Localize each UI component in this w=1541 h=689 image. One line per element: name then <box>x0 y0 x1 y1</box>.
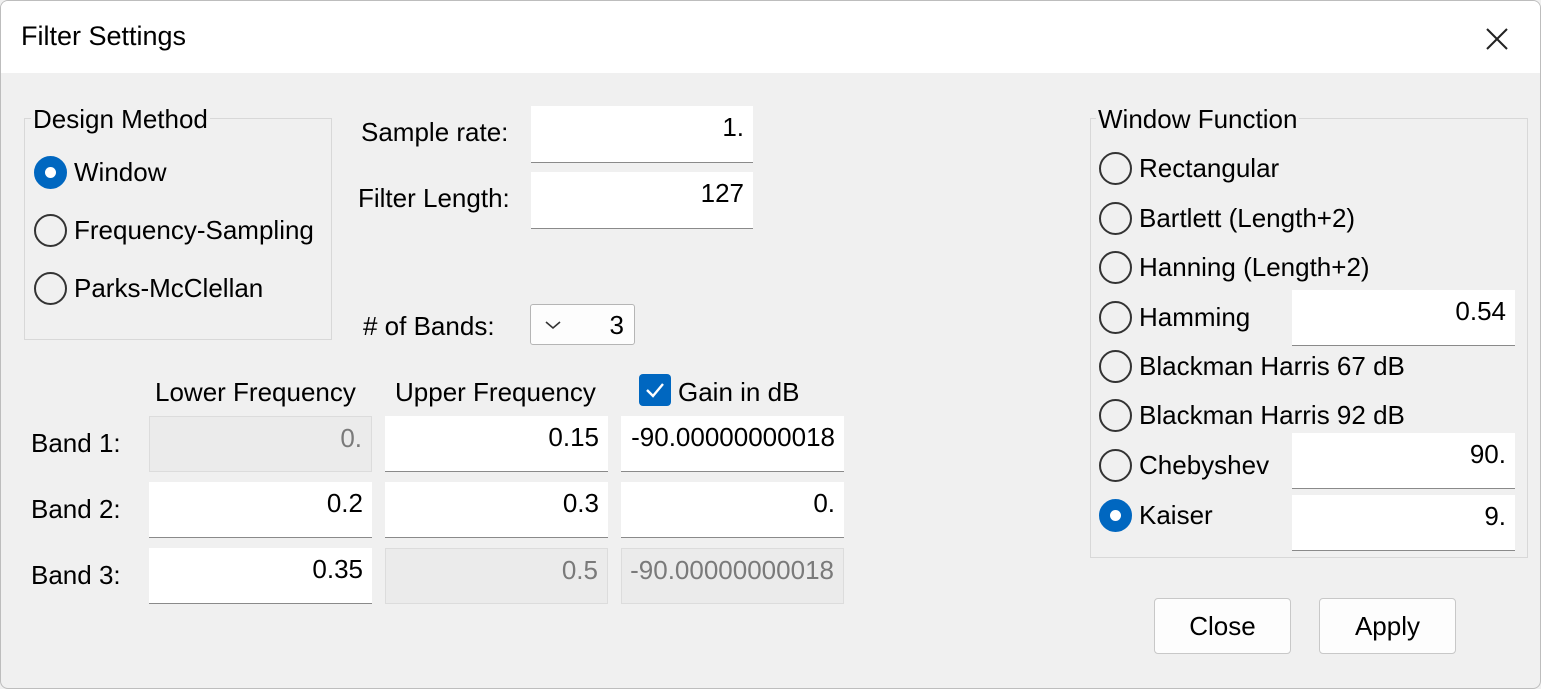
bands-count-dropdown[interactable]: 3 <box>530 304 635 345</box>
radio-button-icon[interactable] <box>34 271 67 305</box>
band-3-gain-field: -90.00000000018 <box>621 548 844 604</box>
radio-button-icon[interactable] <box>1099 201 1132 235</box>
gain-in-db-label: Gain in dB <box>678 377 800 407</box>
radio-button-icon[interactable] <box>1099 398 1132 432</box>
radio-hamming-label: Hamming <box>1139 301 1251 332</box>
radio-frequency-sampling-label: Frequency-Sampling <box>74 214 314 245</box>
design-method-label: Design Method <box>31 104 210 135</box>
band-3-label: Band 3: <box>31 560 121 590</box>
radio-hamming[interactable]: Hamming <box>1099 299 1250 335</box>
kaiser-param-field[interactable]: 9. <box>1292 495 1515 551</box>
close-icon[interactable] <box>1475 17 1519 61</box>
band-2-lower-field[interactable]: 0.2 <box>149 482 372 538</box>
radio-bartlett[interactable]: Bartlett (Length+2) <box>1099 200 1355 236</box>
dialog-title: Filter Settings <box>21 21 187 51</box>
upper-frequency-header: Upper Frequency <box>395 377 596 407</box>
band-1-gain-field[interactable]: -90.00000000018 <box>621 416 844 472</box>
sample-rate-field[interactable]: 1. <box>531 106 753 163</box>
radio-button-icon[interactable] <box>1099 300 1132 334</box>
radio-hanning[interactable]: Hanning (Length+2) <box>1099 249 1370 285</box>
radio-blackman-harris-92[interactable]: Blackman Harris 92 dB <box>1099 397 1405 433</box>
radio-button-icon[interactable] <box>1099 250 1132 284</box>
radio-rectangular[interactable]: Rectangular <box>1099 150 1279 186</box>
sample-rate-label: Sample rate: <box>361 117 509 147</box>
radio-blackman-harris-67-label: Blackman Harris 67 dB <box>1139 350 1405 381</box>
band-2-gain-field[interactable]: 0. <box>621 482 844 538</box>
filter-length-label: Filter Length: <box>358 183 510 213</box>
chebyshev-param-field[interactable]: 90. <box>1292 433 1515 489</box>
radio-button-icon[interactable] <box>1099 349 1132 383</box>
band-3-lower-field[interactable]: 0.35 <box>149 548 372 604</box>
radio-rectangular-label: Rectangular <box>1139 152 1280 183</box>
title-bar: Filter Settings <box>1 1 1540 73</box>
bands-count-label: # of Bands: <box>363 311 495 341</box>
radio-window[interactable]: Window <box>34 154 166 190</box>
band-1-label: Band 1: <box>31 428 121 458</box>
radio-parks-mcclellan[interactable]: Parks-McClellan <box>34 270 263 306</box>
radio-button-icon[interactable] <box>1099 448 1132 482</box>
band-3-upper-field: 0.5 <box>385 548 608 604</box>
radio-button-icon[interactable] <box>1099 498 1132 532</box>
band-2-label: Band 2: <box>31 494 121 524</box>
checkmark-icon <box>646 383 664 398</box>
band-1-upper-field[interactable]: 0.15 <box>385 416 608 472</box>
radio-frequency-sampling[interactable]: Frequency-Sampling <box>34 212 314 248</box>
apply-button[interactable]: Apply <box>1319 598 1456 654</box>
bands-count-value: 3 <box>609 310 624 340</box>
radio-window-label: Window <box>74 156 167 187</box>
close-button[interactable]: Close <box>1154 598 1291 654</box>
radio-parks-mcclellan-label: Parks-McClellan <box>74 272 264 303</box>
window-function-label: Window Function <box>1096 104 1300 135</box>
radio-button-icon[interactable] <box>1099 151 1132 185</box>
lower-frequency-header: Lower Frequency <box>155 377 356 407</box>
radio-button-icon[interactable] <box>34 213 67 247</box>
radio-blackman-harris-92-label: Blackman Harris 92 dB <box>1139 399 1405 430</box>
radio-chebyshev[interactable]: Chebyshev <box>1099 447 1269 483</box>
radio-bartlett-label: Bartlett (Length+2) <box>1139 202 1356 233</box>
band-1-lower-field: 0. <box>149 416 372 472</box>
radio-hanning-label: Hanning (Length+2) <box>1139 251 1370 282</box>
radio-button-icon[interactable] <box>34 155 67 189</box>
radio-chebyshev-label: Chebyshev <box>1139 449 1270 480</box>
radio-blackman-harris-67[interactable]: Blackman Harris 67 dB <box>1099 348 1405 384</box>
gain-in-db-checkbox[interactable] <box>639 374 671 406</box>
filter-settings-dialog: Filter Settings Design Method Window Fre… <box>0 0 1541 689</box>
chevron-down-icon <box>543 315 563 340</box>
radio-kaiser-label: Kaiser <box>1139 499 1213 530</box>
band-2-upper-field[interactable]: 0.3 <box>385 482 608 538</box>
radio-kaiser[interactable]: Kaiser <box>1099 497 1213 533</box>
filter-length-field[interactable]: 127 <box>531 172 753 229</box>
hamming-param-field[interactable]: 0.54 <box>1292 290 1515 346</box>
